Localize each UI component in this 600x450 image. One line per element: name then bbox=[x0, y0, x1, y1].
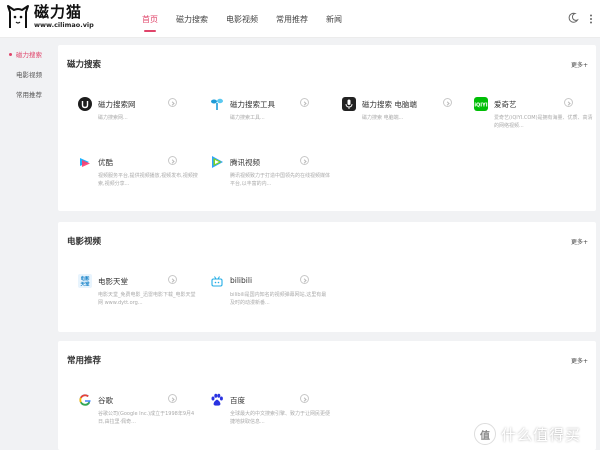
site-card[interactable]: 百度 全球最大的中文搜索引擎、致力于让网民更便捷地获取信息... bbox=[210, 393, 330, 433]
arrow-right-icon bbox=[300, 394, 309, 403]
moon-icon[interactable] bbox=[567, 12, 579, 24]
nav-home[interactable]: 首页 bbox=[142, 14, 158, 32]
site-card[interactable]: 磁力搜索网 磁力搜索网... bbox=[78, 97, 198, 137]
site-desc: bilibili是国内知名的视频弹幕网站,这里有最及时的动漫新番... bbox=[230, 292, 327, 306]
arrow-right-icon bbox=[300, 156, 309, 165]
nav-recommended[interactable]: 常用推荐 bbox=[276, 14, 308, 25]
site-name: 腾讯视频 bbox=[230, 158, 260, 167]
site-desc: 磁力搜索工具... bbox=[230, 115, 265, 121]
site-card[interactable]: 磁力搜索 电脑端 磁力搜索 电脑端... bbox=[342, 97, 462, 137]
site-card[interactable]: 优酷 视频服务平台,提供视频播放,视频发布,视频搜索,视频分享... bbox=[78, 155, 198, 195]
google-icon bbox=[79, 394, 91, 406]
site-desc: 视频服务平台,提供视频播放,视频发布,视频搜索,视频分享... bbox=[98, 173, 198, 187]
watermark: 值 什么值得买 bbox=[474, 423, 581, 445]
more-menu-icon[interactable] bbox=[587, 14, 595, 24]
site-card[interactable]: bilibili bilibili是国内知名的视频弹幕网站,这里有最及时的动漫新… bbox=[210, 274, 330, 314]
site-name: 磁力搜索网 bbox=[98, 100, 136, 109]
site-desc: 磁力搜索 电脑端... bbox=[362, 115, 404, 121]
magnet-site-icon bbox=[78, 97, 92, 111]
more-link[interactable]: 更多+ bbox=[571, 237, 588, 246]
more-link[interactable]: 更多+ bbox=[571, 356, 588, 365]
tencent-video-icon bbox=[212, 156, 223, 168]
arrow-right-icon bbox=[300, 275, 309, 284]
svg-text:电影: 电影 bbox=[81, 275, 90, 282]
site-name: 优酷 bbox=[98, 158, 113, 167]
section-title: 磁力搜索 bbox=[67, 60, 102, 70]
site-name: 磁力搜索工具 bbox=[230, 100, 275, 109]
site-desc: 全球最大的中文搜索引擎、致力于让网民更便捷地获取信息... bbox=[230, 411, 330, 425]
svg-text:iQIYI: iQIYI bbox=[474, 103, 487, 109]
site-card[interactable]: iQIYI 爱奇艺 爱奇艺(iQIYI.COM)是拥有海量、优质、高清的网络视频… bbox=[474, 97, 594, 137]
section-title: 常用推荐 bbox=[67, 356, 102, 366]
arrow-right-icon bbox=[564, 98, 573, 107]
cat-logo-icon bbox=[7, 5, 29, 28]
main-nav: 首页 磁力搜索 电影视频 常用推荐 新闻 bbox=[142, 0, 360, 38]
section-magnet-search: 磁力搜索 更多+ 磁力搜索网 磁力搜索网... 磁力搜索工具 磁力搜索工具...… bbox=[58, 45, 596, 211]
bilibili-icon bbox=[211, 276, 223, 287]
site-name: 百度 bbox=[230, 396, 245, 405]
nav-magnet-search[interactable]: 磁力搜索 bbox=[176, 14, 208, 25]
site-desc: 磁力搜索网... bbox=[98, 115, 128, 121]
site-desc: 谷歌公司(Google Inc.)成立于1998年9月4日,由拉里·佩奇... bbox=[98, 411, 195, 425]
section-title: 电影视频 bbox=[67, 237, 102, 247]
watermark-text: 什么值得买 bbox=[501, 425, 582, 444]
site-name: 磁力搜索 电脑端 bbox=[362, 100, 417, 109]
site-desc: 腾讯视频致力于打造中国领先的在线视频媒体平台,以丰富的内... bbox=[230, 173, 330, 187]
site-logo[interactable]: 磁力猫 www.cilimao.vip bbox=[6, 4, 94, 30]
arrow-right-icon bbox=[168, 394, 177, 403]
sprout-icon bbox=[211, 98, 223, 110]
sidebar: 磁力搜索 电影视频 常用推荐 bbox=[0, 45, 54, 105]
nav-news[interactable]: 新闻 bbox=[326, 14, 342, 25]
site-name: 谷歌 bbox=[98, 396, 113, 405]
top-header: 磁力猫 www.cilimao.vip 首页 磁力搜索 电影视频 常用推荐 新闻 bbox=[0, 0, 600, 38]
site-desc: 电影天堂_免费电影_迅雷电影下载_电影天堂网 www.dytt.org... bbox=[98, 292, 196, 306]
arrow-right-icon bbox=[300, 98, 309, 107]
baidu-paw-icon bbox=[211, 393, 223, 406]
watermark-badge: 值 bbox=[474, 423, 496, 445]
sidebar-item-magnet-search[interactable]: 磁力搜索 bbox=[0, 45, 54, 65]
site-name: bilibili bbox=[230, 276, 253, 285]
section-movie-video: 电影视频 更多+ 电影 天堂 电影天堂 电影天堂_免费电影_迅雷电影下载_电影天… bbox=[58, 222, 596, 332]
svg-text:天堂: 天堂 bbox=[81, 281, 90, 288]
nav-movie-video[interactable]: 电影视频 bbox=[226, 14, 258, 25]
arrow-right-icon bbox=[168, 98, 177, 107]
arrow-right-icon bbox=[168, 275, 177, 284]
site-card[interactable]: 电影 天堂 电影天堂 电影天堂_免费电影_迅雷电影下载_电影天堂网 www.dy… bbox=[78, 274, 198, 314]
iqiyi-icon: iQIYI bbox=[474, 97, 488, 111]
youku-icon bbox=[80, 158, 90, 167]
site-desc: 爱奇艺(iQIYI.COM)是拥有海量、优质、高清的网络视频... bbox=[494, 115, 593, 129]
dytt-icon: 电影 天堂 bbox=[78, 274, 92, 288]
arrow-right-icon bbox=[443, 98, 452, 107]
logo-url: www.cilimao.vip bbox=[34, 21, 94, 30]
logo-title: 磁力猫 bbox=[34, 3, 83, 22]
site-card[interactable]: 腾讯视频 腾讯视频致力于打造中国领先的在线视频媒体平台,以丰富的内... bbox=[210, 155, 330, 195]
microphone-icon bbox=[342, 97, 356, 111]
more-link[interactable]: 更多+ bbox=[571, 60, 588, 69]
site-name: 电影天堂 bbox=[98, 277, 128, 286]
sidebar-item-movie-video[interactable]: 电影视频 bbox=[0, 65, 54, 85]
site-card[interactable]: 谷歌 谷歌公司(Google Inc.)成立于1998年9月4日,由拉里·佩奇.… bbox=[78, 393, 198, 433]
site-name: 爱奇艺 bbox=[494, 100, 517, 109]
sidebar-item-recommended[interactable]: 常用推荐 bbox=[0, 85, 54, 105]
site-card[interactable]: 磁力搜索工具 磁力搜索工具... bbox=[210, 97, 330, 137]
arrow-right-icon bbox=[168, 156, 177, 165]
